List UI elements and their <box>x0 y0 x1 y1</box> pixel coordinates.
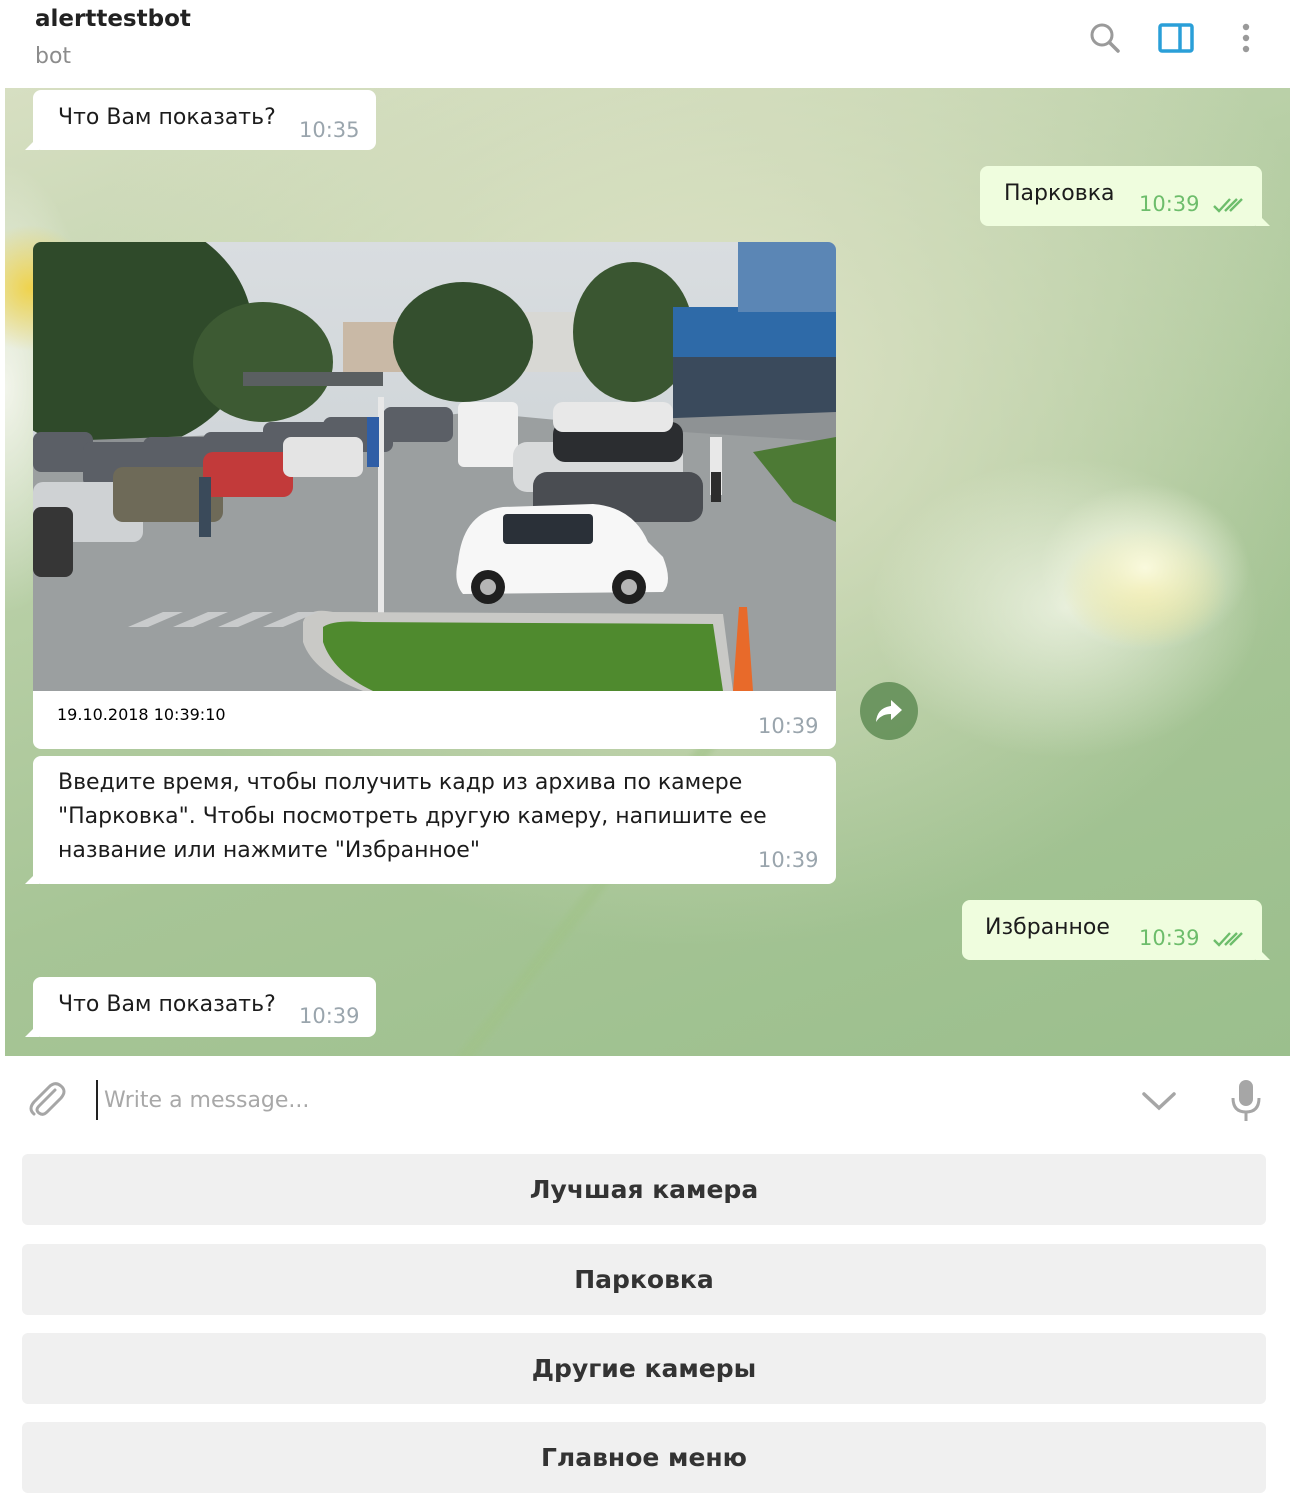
message-time: 10:39 <box>758 714 819 738</box>
more-vert-icon[interactable] <box>1226 18 1266 58</box>
chat-history[interactable]: Что Вам показать? 10:35 Парковка 10:39 1… <box>5 88 1290 1056</box>
bubble-tail <box>25 136 39 150</box>
bubble-tail <box>25 870 39 884</box>
message-text: Парковка <box>1004 181 1115 206</box>
double-check-icon <box>1213 932 1243 947</box>
message-photo[interactable] <box>33 242 836 691</box>
chevron-down-icon[interactable] <box>1140 1086 1178 1116</box>
message-time: 10:39 <box>1139 926 1200 950</box>
message-time: 10:35 <box>299 118 360 142</box>
message-text: Избранное <box>985 915 1110 940</box>
message-text: Что Вам показать? <box>58 105 276 130</box>
message-time: 10:39 <box>758 848 819 872</box>
chat-header: alerttestbot bot <box>0 0 1290 88</box>
double-check-icon <box>1213 198 1243 213</box>
chat-title[interactable]: alerttestbot <box>35 6 191 32</box>
bubble-tail <box>1256 212 1270 226</box>
message-text-line: "Парковка". Чтобы посмотреть другую каме… <box>58 804 767 829</box>
chat-status: bot <box>35 44 72 69</box>
share-icon <box>876 700 902 722</box>
mic-icon[interactable] <box>1226 1078 1266 1124</box>
search-icon[interactable] <box>1085 18 1125 58</box>
parking-camera-image <box>33 242 836 691</box>
message-incoming[interactable]: Что Вам показать? 10:39 <box>25 977 376 1037</box>
message-text-line: Введите время, чтобы получить кадр из ар… <box>58 770 743 795</box>
message-incoming[interactable]: Введите время, чтобы получить кадр из ар… <box>25 756 836 884</box>
photo-caption-bar: 19.10.2018 10:39:10 10:39 <box>33 691 836 749</box>
attach-icon[interactable] <box>25 1078 67 1120</box>
keyboard-button-best-camera[interactable]: Лучшая камера <box>22 1154 1266 1225</box>
message-text-line: название или нажмите "Избранное" <box>58 838 480 863</box>
message-incoming[interactable]: Что Вам показать? 10:35 <box>25 90 376 150</box>
keyboard-button-other-cameras[interactable]: Другие камеры <box>22 1333 1266 1404</box>
photo-caption: 19.10.2018 10:39:10 <box>57 705 226 724</box>
bubble-tail <box>25 1023 39 1037</box>
side-panel-icon[interactable] <box>1156 18 1196 58</box>
keyboard-button-main-menu[interactable]: Главное меню <box>22 1422 1266 1493</box>
forward-button[interactable] <box>860 682 918 740</box>
message-time: 10:39 <box>1139 192 1200 216</box>
message-time: 10:39 <box>299 1004 360 1028</box>
message-outgoing[interactable]: Парковка 10:39 <box>980 166 1270 226</box>
keyboard-button-parking[interactable]: Парковка <box>22 1244 1266 1315</box>
message-outgoing[interactable]: Избранное 10:39 <box>962 900 1270 960</box>
message-input[interactable] <box>96 1080 796 1120</box>
message-text: Что Вам показать? <box>58 992 276 1017</box>
bubble-tail <box>1256 946 1270 960</box>
